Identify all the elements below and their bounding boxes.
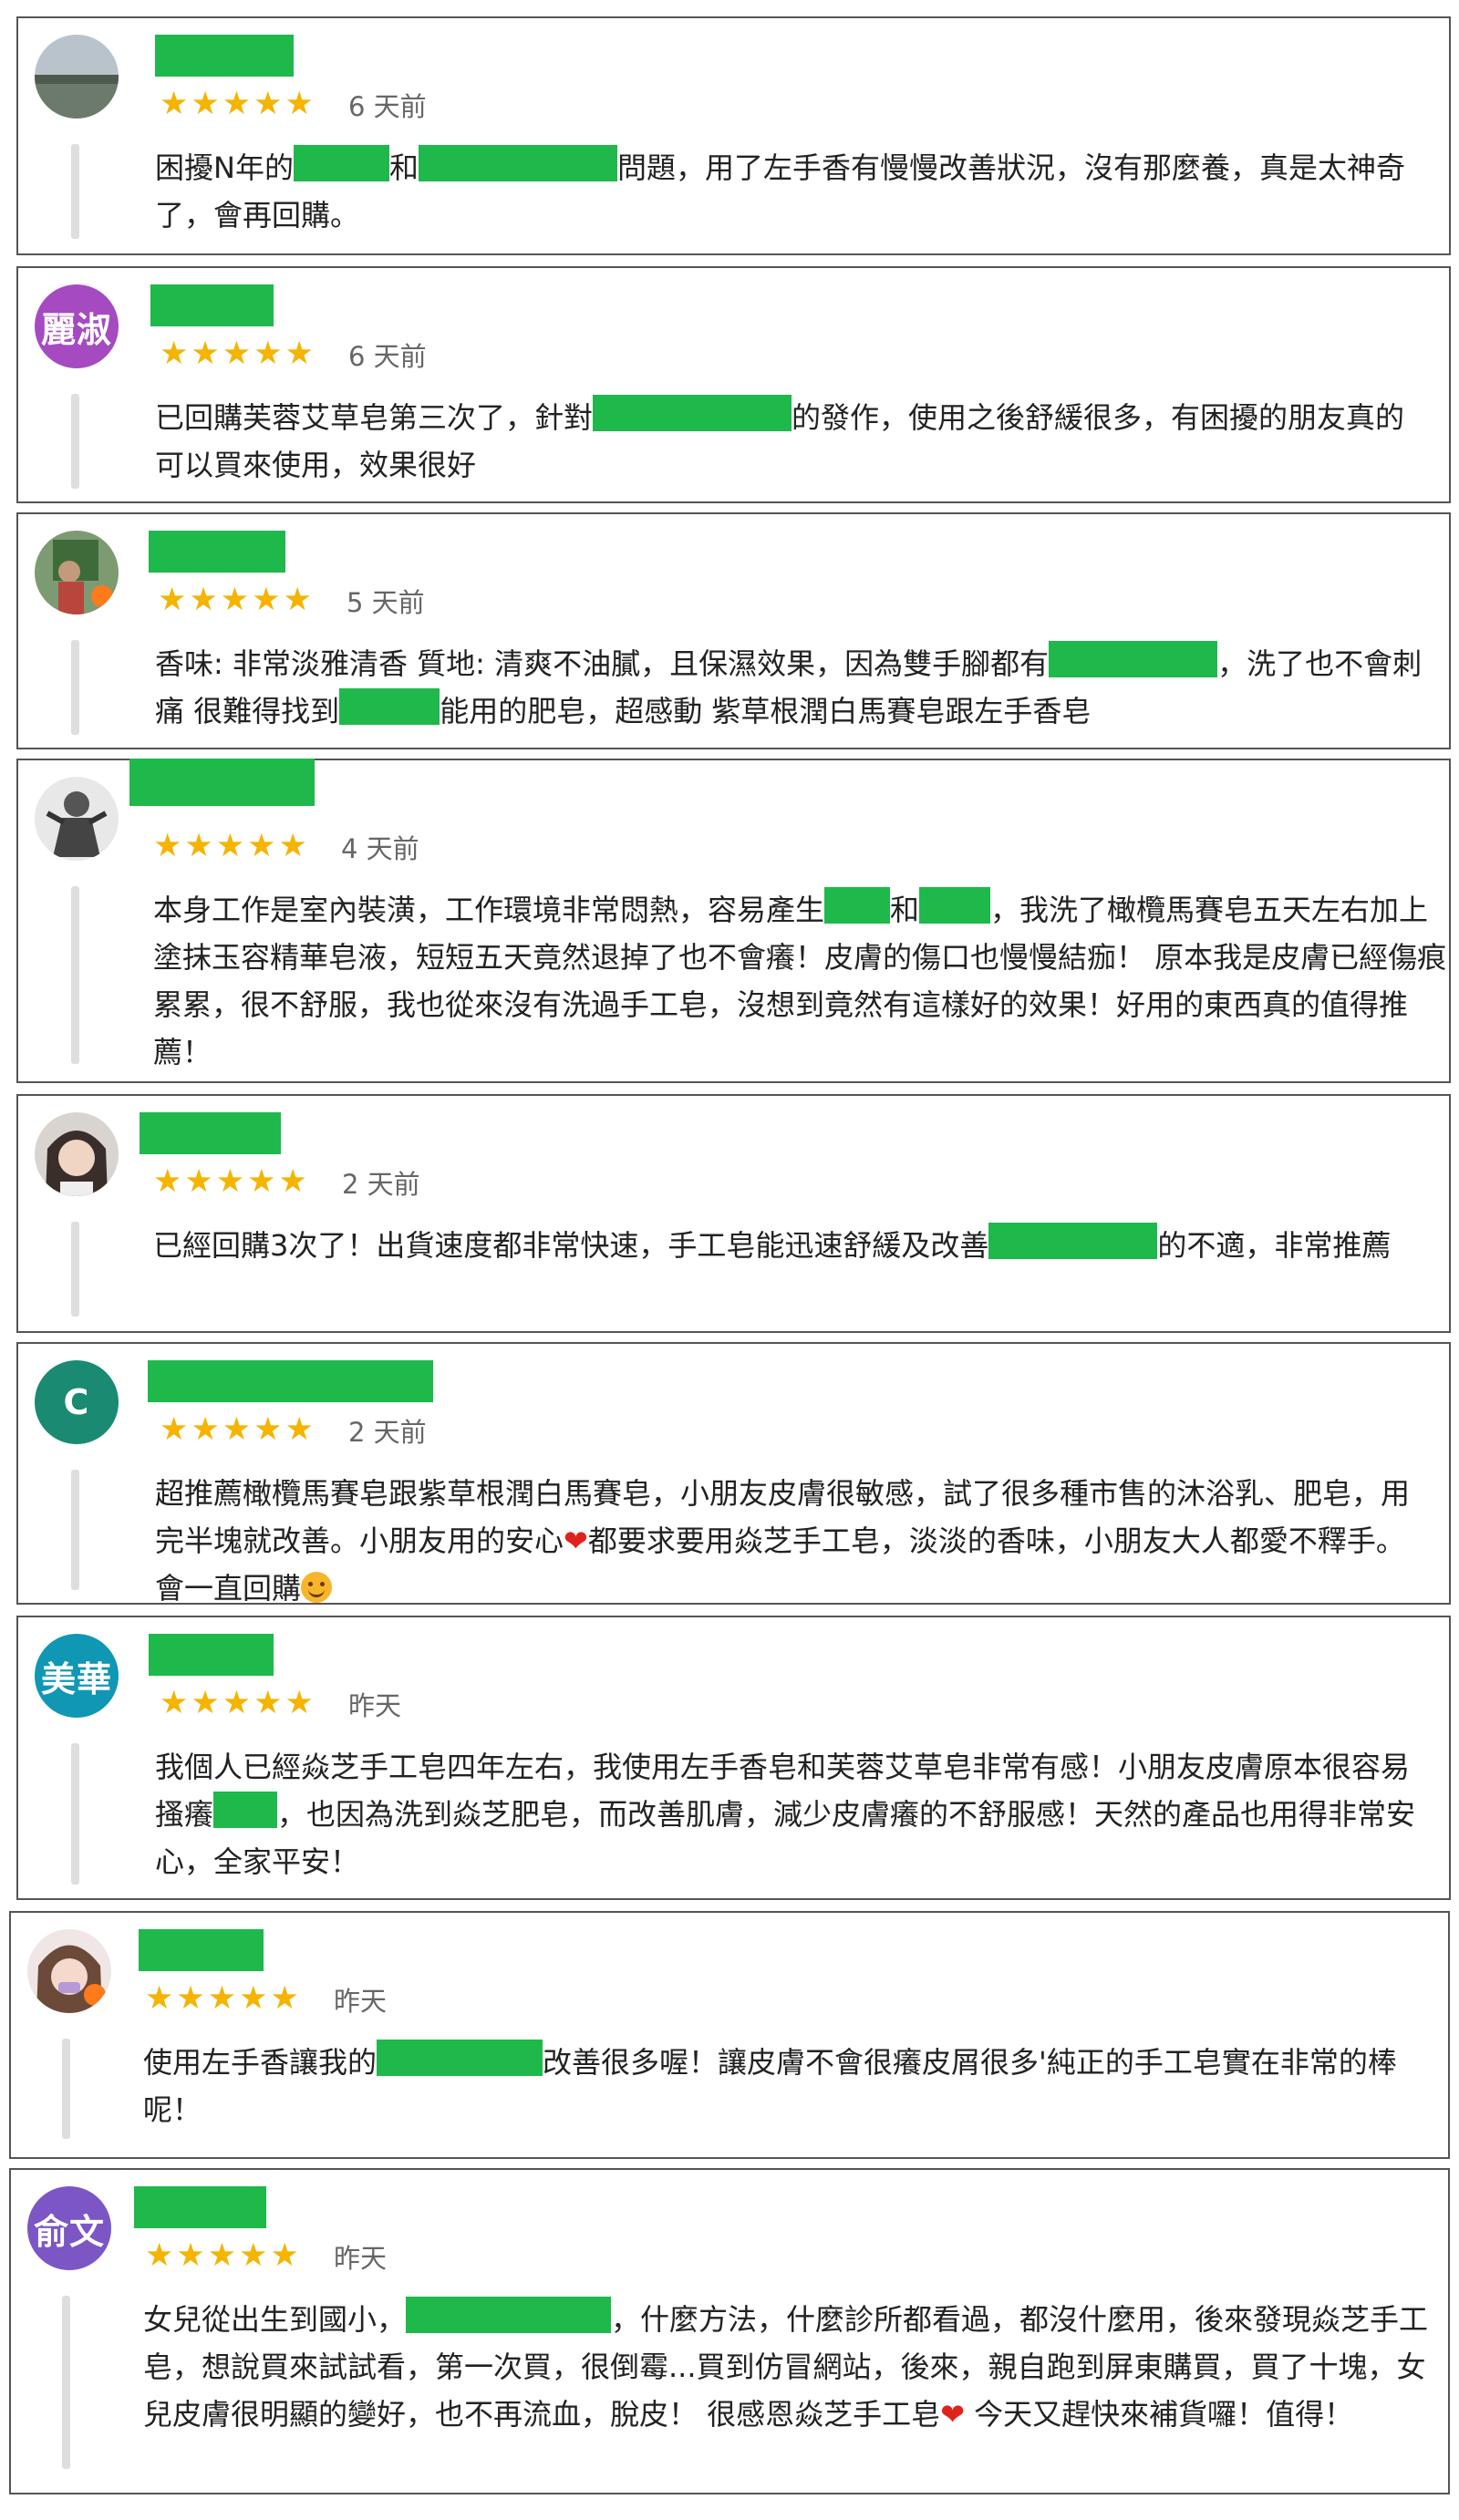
review-card: 麗淑 ★★★★★ 6 天前 已回購芙蓉艾草皂第三次了，針對 的發作，使用之後舒緩很… [16,266,1451,503]
reviewer-name-redacted[interactable] [140,1112,281,1154]
review-text: 香味: 非常淡雅清香 質地: 清爽不油膩，且保濕效果，因為雙手腳都有 ，洗了也不會… [155,640,1450,735]
star-rating: ★★★★★ [160,336,316,372]
review-text-part: 香味: 非常淡雅清香 質地: 清爽不油膩，且保濕效果，因為雙手腳都有 [155,646,1050,681]
avatar[interactable] [35,35,119,119]
reviewer-name-redacted[interactable] [150,284,274,326]
quote-bar [71,394,79,489]
review-text-part: 本身工作是室內裝潢，工作環境非常悶熱，容易產生 [153,893,825,927]
review-card: 美華 ★★★★★ 昨天 我個人已經焱芝手工皂四年左右，我使用左手香皂和芙蓉艾草皂… [16,1616,1451,1900]
review-text-part: 和 [890,893,920,927]
review-time: 2 天前 [342,1169,420,1200]
reviewer-name-redacted[interactable] [149,1634,274,1676]
review-card: ★★★★★ 昨天 使用左手香讓我的 改善很多喔！讓皮膚不會很癢皮屑很多'純正的手工… [9,1911,1450,2159]
reviewer-name-redacted[interactable] [149,531,285,573]
redaction [339,688,440,725]
quote-bar [71,640,79,735]
avatar[interactable]: 俞文 [27,2186,111,2270]
avatar[interactable]: 美華 [35,1634,119,1718]
avatar[interactable] [35,1112,119,1196]
review-time: 昨天 [348,1690,402,1721]
review-time: 6 天前 [348,341,427,372]
star-rating: ★★★★★ [153,1163,310,1200]
reviewer-name-redacted[interactable] [134,2186,266,2228]
avatar-photo [35,777,119,861]
avatar-initials: 麗淑 [40,309,112,350]
avatar[interactable] [27,1929,111,2013]
review-text-part: ，也因為洗到焱芝肥皂，而改善肌膚，減少皮膚癢的不舒服感！天然的產品也用得非常安心… [155,1797,1416,1879]
review-card: ★★★★★ 5 天前 香味: 非常淡雅清香 質地: 清爽不油膩，且保濕效果，因為… [16,512,1451,749]
review-time: 昨天 [334,1986,388,2017]
review-text-part: 女兒從出生到國小， [143,2302,407,2337]
review-text-part: 今天又趕快來補貨囉！值得！ [965,2397,1354,2432]
heart-icon: ❤ [940,2397,965,2432]
quote-bar [71,1222,79,1317]
review-text: 超推薦橄欖馬賽皂跟紫草根潤白馬賽皂，小朋友皮膚很敏感，試了很多種市售的沐浴乳、肥… [155,1470,1432,1612]
redaction [293,145,389,181]
reviewer-name-redacted[interactable] [139,1929,264,1971]
review-text-part: 已回購芙蓉艾草皂第三次了，針對 [155,400,594,435]
review-text: 已回購芙蓉艾草皂第三次了，針對 的發作，使用之後舒緩很多，有困擾的朋友真的可以買來… [155,394,1432,489]
review-text-part: 能用的肥皂，超感動 紫草根潤白馬賽皂跟左手香皂 [440,694,1092,728]
star-rating: ★★★★★ [160,1685,316,1721]
review-time: 5 天前 [347,587,425,618]
review-time: 2 天前 [348,1417,427,1448]
star-rating: ★★★★★ [153,828,310,864]
review-text-part: 困擾N年的 [155,150,294,185]
avatar-photo [35,35,119,119]
avatar[interactable]: C [35,1360,119,1444]
quote-bar [62,2039,70,2139]
quote-bar [71,1743,79,1885]
review-text: 我個人已經焱芝手工皂四年左右，我使用左手香皂和芙蓉艾草皂非常有感！小朋友皮膚原本… [155,1743,1432,1885]
avatar-initials: C [63,1382,90,1422]
smiley-icon [301,1572,333,1603]
quote-bar [71,886,79,1064]
heart-icon: ❤ [564,1523,588,1558]
star-rating: ★★★★★ [160,1411,316,1448]
avatar-photo [35,531,119,615]
reviewer-name-redacted[interactable] [129,759,315,806]
review-time: 6 天前 [348,91,427,122]
review-card: 俞文 ★★★★★ 昨天 女兒從出生到國小， ，什麼方法，什麼診所都看過，都沒什麼用… [9,2168,1450,2494]
reviewer-name-redacted[interactable] [148,1360,433,1402]
star-rating: ★★★★★ [158,582,315,618]
quote-bar [62,2296,70,2469]
avatar-photo [27,1929,111,2013]
redaction [377,2040,543,2076]
review-card: C ★★★★★ 2 天前 超推薦橄欖馬賽皂跟紫草根潤白馬賽皂，小朋友皮膚很敏感，… [16,1342,1451,1606]
avatar[interactable] [35,531,119,615]
review-text-part: 的不適，非常推薦 [1157,1228,1392,1263]
review-text-part: 和 [388,150,419,185]
review-card: ★★★★★ 6 天前 困擾N年的和問題，用了左手香有慢慢改善狀況，沒有那麼養，真… [16,16,1451,255]
avatar-initials: 俞文 [33,2211,105,2252]
review-text-part: 使用左手香讓我的 [143,2045,378,2080]
redaction [1049,641,1218,677]
redaction [406,2297,612,2333]
quote-bar [71,1470,79,1590]
review-text: 女兒從出生到國小， ，什麼方法，什麼診所都看過，都沒什麼用，後來發現焱芝手工皂，想… [143,2296,1438,2438]
review-card: ★★★★★ 2 天前 已經回購3次了！出貨速度都非常快速，手工皂能迅速舒緩及改善… [16,1094,1451,1333]
star-rating: ★★★★★ [145,2237,302,2274]
review-time: 昨天 [334,2243,388,2274]
redaction [988,1223,1158,1259]
review-text: 本身工作是室內裝潢，工作環境非常悶熱，容易產生和，我洗了橄欖馬賽皂五天左右加上塗… [153,886,1448,1076]
redaction [919,887,991,924]
reviewer-name-redacted[interactable] [155,35,294,77]
avatar-photo [35,1112,119,1196]
quote-bar [71,144,79,239]
review-text-part: 已經回購3次了！出貨速度都非常快速，手工皂能迅速舒緩及改善 [153,1228,989,1263]
redaction [593,395,792,431]
review-text: 困擾N年的和問題，用了左手香有慢慢改善狀況，沒有那麼養，真是太神奇了，會再回購。 [155,144,1432,239]
star-rating: ★★★★★ [160,86,316,122]
redaction [213,1792,278,1828]
avatar-initials: 美華 [40,1658,112,1699]
star-rating: ★★★★★ [145,1980,302,2017]
avatar[interactable] [35,777,119,861]
review-time: 4 天前 [341,833,419,864]
avatar[interactable]: 麗淑 [35,284,119,368]
review-text: 已經回購3次了！出貨速度都非常快速，手工皂能迅速舒緩及改善 的不適，非常推薦 [153,1222,1439,1269]
redaction [418,145,617,181]
review-card: ★★★★★ 4 天前 本身工作是室內裝潢，工作環境非常悶熱，容易產生和，我洗了橄… [16,759,1451,1083]
redaction [824,887,891,924]
review-text: 使用左手香讓我的 改善很多喔！讓皮膚不會很癢皮屑很多'純正的手工皂實在非常的棒呢！ [143,2039,1438,2133]
